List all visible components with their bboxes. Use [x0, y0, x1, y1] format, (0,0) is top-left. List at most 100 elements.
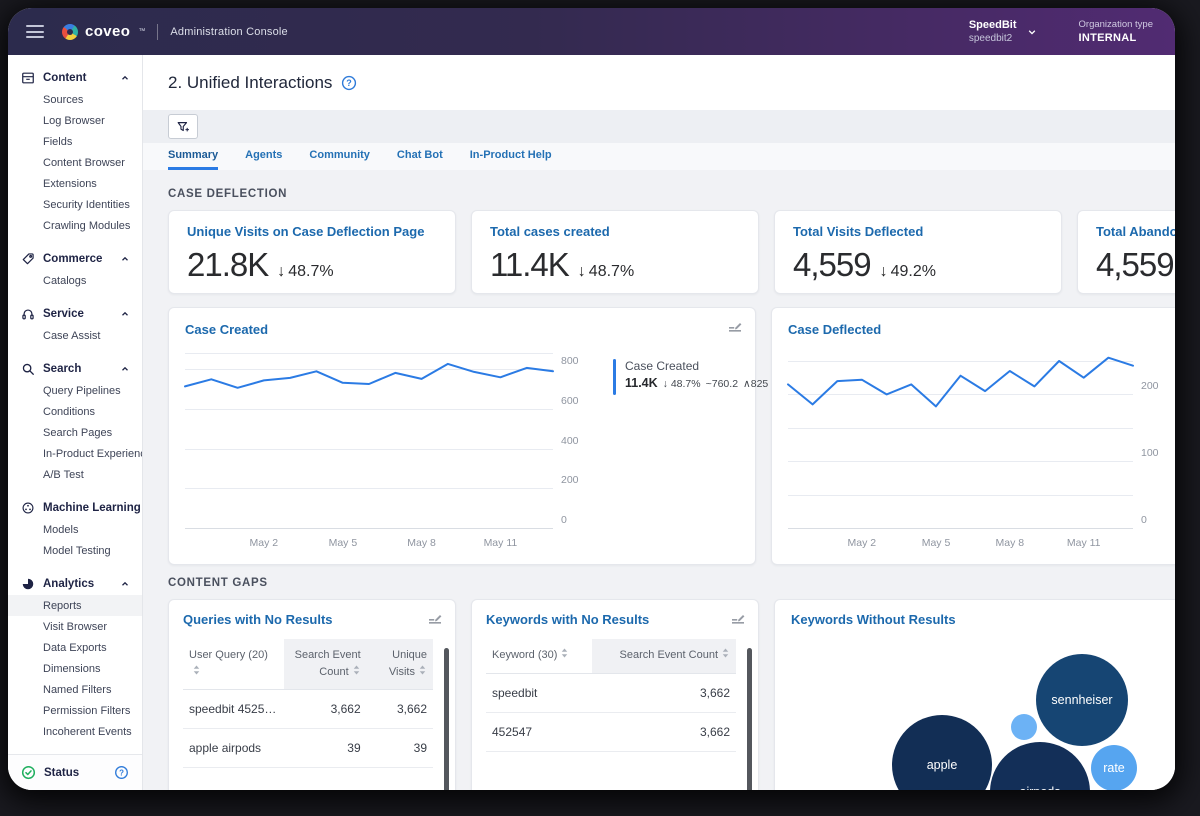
chevron-up-icon[interactable]	[120, 579, 130, 589]
sort-icon[interactable]	[721, 647, 730, 665]
status-bar[interactable]: Status ?	[8, 754, 142, 790]
table-row[interactable]: 4525473,662	[486, 712, 736, 751]
sidebar-item-log-browser[interactable]: Log Browser	[8, 110, 142, 131]
sidebar-item-content-browser[interactable]: Content Browser	[8, 152, 142, 173]
tab-community[interactable]: Community	[309, 149, 370, 170]
trend-down-arrow-icon: ↓	[663, 378, 668, 390]
sidebar-section-analytics: AnalyticsReportsVisit BrowserData Export…	[8, 573, 142, 742]
sidebar-section-header-content[interactable]: Content	[8, 67, 142, 89]
sidebar-section-header-commerce[interactable]: Commerce	[8, 248, 142, 270]
sidebar-section-header-service[interactable]: Service	[8, 303, 142, 325]
table-cell: 3,662	[284, 690, 367, 729]
column-header-unique-visits[interactable]: Unique Visits	[367, 639, 433, 690]
section-content-gaps: CONTENT GAPS	[168, 577, 1175, 589]
sidebar-item-a-b-test[interactable]: A/B Test	[8, 464, 142, 485]
sidebar-item-named-filters[interactable]: Named Filters	[8, 679, 142, 700]
page-help-icon[interactable]: ?	[341, 75, 357, 91]
status-help-icon[interactable]: ?	[114, 765, 129, 780]
sidebar-item-sources[interactable]: Sources	[8, 89, 142, 110]
sidebar-item-visit-browser[interactable]: Visit Browser	[8, 616, 142, 637]
sidebar-item-security-identities[interactable]: Security Identities	[8, 194, 142, 215]
sidebar-item-models[interactable]: Models	[8, 519, 142, 540]
tab-summary[interactable]: Summary	[168, 149, 218, 170]
y-axis-tick-label: 800	[561, 355, 579, 367]
table-scrollbar[interactable]	[747, 648, 752, 790]
sidebar-section-header-machine-learning[interactable]: Machine Learning	[8, 497, 142, 519]
column-header-search-event-count[interactable]: Search Event Count	[284, 639, 367, 690]
column-header-keyword-30[interactable]: Keyword (30)	[486, 639, 592, 673]
sidebar-section-content: ContentSourcesLog BrowserFieldsContent B…	[8, 67, 142, 236]
tab-chat-bot[interactable]: Chat Bot	[397, 149, 443, 170]
metric-title: Total Abandon	[1096, 224, 1175, 239]
sidebar-item-incoherent-events[interactable]: Incoherent Events	[8, 721, 142, 742]
sidebar-section-header-search[interactable]: Search	[8, 358, 142, 380]
column-header-user-query-20[interactable]: User Query (20)	[183, 639, 284, 690]
chevron-up-icon[interactable]	[141, 503, 142, 513]
chevron-up-icon[interactable]	[120, 73, 130, 83]
keyword-bubble-airpods[interactable]: airpods	[990, 742, 1090, 790]
sidebar-item-in-product-experiences[interactable]: In-Product Experiences	[8, 443, 142, 464]
sidebar-section-machine-learning: Machine LearningModelsModel Testing	[8, 497, 142, 561]
coveo-logo[interactable]: coveo ™	[62, 23, 145, 40]
sidebar-item-model-testing[interactable]: Model Testing	[8, 540, 142, 561]
chevron-up-icon[interactable]	[120, 309, 130, 319]
bubble-field: sennheiser appleairpodsrate	[775, 600, 1175, 790]
edit-widget-icon[interactable]	[728, 319, 742, 332]
org-switcher[interactable]: SpeedBit speedbit2	[969, 19, 1037, 44]
sidebar-item-dimensions[interactable]: Dimensions	[8, 658, 142, 679]
metric-card-total-abandon: Total Abandon 4,559↓	[1077, 210, 1175, 294]
table-row[interactable]: speedbit 4525…3,6623,662	[183, 690, 433, 729]
sidebar-item-catalogs[interactable]: Catalogs	[8, 270, 142, 291]
sidebar-item-crawling-modules[interactable]: Crawling Modules	[8, 215, 142, 236]
x-axis-tick-label: May 8	[996, 537, 1025, 549]
table-title: Keywords with No Results	[486, 612, 744, 627]
tab-agents[interactable]: Agents	[245, 149, 282, 170]
keyword-bubble-sennheiser[interactable]: sennheiser	[1036, 654, 1128, 746]
table-scrollbar[interactable]	[444, 648, 449, 790]
keyword-bubble[interactable]	[1011, 714, 1037, 740]
edit-widget-icon[interactable]	[428, 611, 442, 624]
sidebar-item-extensions[interactable]: Extensions	[8, 173, 142, 194]
org-type-label: Organization type	[1079, 19, 1153, 30]
sidebar-item-data-exports[interactable]: Data Exports	[8, 637, 142, 658]
edit-widget-icon[interactable]	[731, 611, 745, 624]
sort-icon[interactable]	[192, 664, 201, 682]
menu-icon[interactable]	[26, 25, 44, 38]
column-header-search-event-count[interactable]: Search Event Count	[592, 639, 737, 673]
add-filter-button[interactable]	[168, 114, 198, 139]
table-row[interactable]: apple airpods3939	[183, 729, 433, 768]
sidebar-item-conditions[interactable]: Conditions	[8, 401, 142, 422]
tab-in-product-help[interactable]: In-Product Help	[470, 149, 552, 170]
sidebar-section-header-analytics[interactable]: Analytics	[8, 573, 142, 595]
sidebar-item-query-pipelines[interactable]: Query Pipelines	[8, 380, 142, 401]
sidebar-item-search-pages[interactable]: Search Pages	[8, 422, 142, 443]
metric-value-row: 21.8K↓48.7%	[187, 246, 437, 284]
sidebar-item-fields[interactable]: Fields	[8, 131, 142, 152]
metric-value: 4,559	[1096, 246, 1174, 284]
svg-text:?: ?	[119, 768, 124, 777]
sort-icon[interactable]	[418, 664, 427, 682]
sidebar-item-case-assist[interactable]: Case Assist	[8, 325, 142, 346]
topbar: coveo ™ Administration Console SpeedBit …	[8, 8, 1175, 55]
table-row[interactable]: speedbit3,662	[486, 673, 736, 712]
sidebar-item-reports[interactable]: Reports	[8, 595, 142, 616]
content-gaps-row: Queries with No ResultsUser Query (20)Se…	[168, 599, 1175, 790]
report-content: CASE DEFLECTION Unique Visits on Case De…	[143, 170, 1175, 790]
chart-legend[interactable]: Case Created11.4K↓ 48.7%~760.2∧825	[613, 353, 773, 528]
report-toolbar	[143, 110, 1175, 143]
legend-series-name: Case Created	[625, 359, 773, 373]
chevron-up-icon[interactable]	[120, 364, 130, 374]
table-cell: 3,662	[592, 712, 737, 751]
sort-icon[interactable]	[352, 664, 361, 682]
metric-value: 11.4K	[490, 246, 569, 284]
org-type-value: INTERNAL	[1079, 32, 1153, 44]
legend-value: 11.4K	[625, 376, 658, 390]
sidebar-item-permission-filters[interactable]: Permission Filters	[8, 700, 142, 721]
chevron-up-icon[interactable]	[120, 254, 130, 264]
keyword-bubble-apple[interactable]: apple	[892, 715, 992, 790]
metric-value-row: 4,559↓	[1096, 246, 1175, 284]
sort-icon[interactable]	[560, 647, 569, 665]
table-header-row: Keyword (30)Search Event Count	[486, 639, 736, 673]
metric-value-row: 4,559↓49.2%	[793, 246, 1043, 284]
keyword-bubble-rate[interactable]: rate	[1091, 745, 1137, 790]
